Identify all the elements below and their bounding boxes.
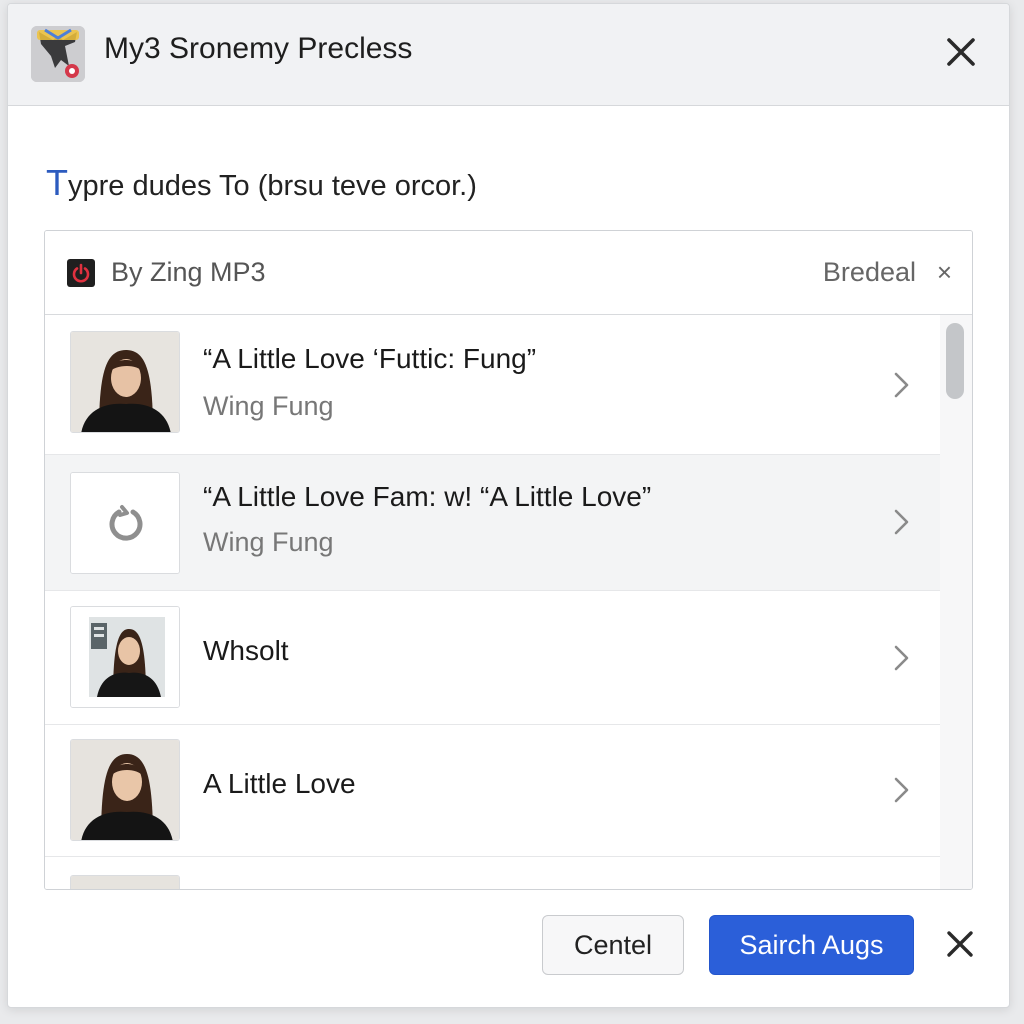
results-list: “A Little Love ‘Futtic: Fung” Wing Fung … xyxy=(45,315,942,889)
list-item[interactable]: “A Little Love ‘Futtic: Fung” Wing Fung xyxy=(45,315,942,455)
clear-icon[interactable]: × xyxy=(937,257,952,287)
header-action-link[interactable]: Bredeal xyxy=(823,257,916,288)
list-item-partial[interactable] xyxy=(45,857,942,889)
instruction-lead-letter: T xyxy=(46,162,68,203)
chevron-right-icon xyxy=(894,509,909,535)
item-title: Whsolt xyxy=(203,635,289,666)
scrollbar-thumb[interactable] xyxy=(946,323,964,399)
instruction-body: ypre dudes To (brsu teve orcor.) xyxy=(68,170,477,202)
power-icon xyxy=(67,259,95,287)
scrollbar[interactable] xyxy=(940,315,972,889)
portrait-thumbnail xyxy=(70,875,180,889)
list-item[interactable]: Whsolt xyxy=(45,591,942,725)
list-item[interactable]: A Little Love xyxy=(45,725,942,857)
list-item[interactable]: “A Little Love Fam: w! “A Little Love” W… xyxy=(45,455,942,591)
item-title: “A Little Love Fam: w! “A Little Love” xyxy=(203,481,652,512)
item-title: “A Little Love ‘Futtic: Fung” xyxy=(203,343,537,374)
instruction-text: Typre dudes To (brsu teve orcor.) xyxy=(46,162,477,204)
item-title: A Little Love xyxy=(203,768,356,799)
chevron-right-icon xyxy=(894,645,909,671)
item-subtitle: Wing Fung xyxy=(203,527,334,557)
source-label: By Zing MP3 xyxy=(111,257,266,287)
chevron-right-icon xyxy=(894,372,909,398)
portrait-thumbnail xyxy=(70,739,180,841)
portrait-thumbnail xyxy=(70,606,180,708)
window-title: My3 Sronemy Precless xyxy=(104,32,413,65)
results-panel: By Zing MP3 Bredeal × “A Little Love ‘Fu… xyxy=(44,230,973,890)
search-button[interactable]: Sairch Augs xyxy=(709,915,914,975)
loading-thumbnail xyxy=(70,472,180,574)
portrait-thumbnail xyxy=(70,331,180,433)
title-bar: My3 Sronemy Precless xyxy=(8,4,1009,106)
cancel-button[interactable]: Centel xyxy=(542,915,684,975)
app-logo-icon xyxy=(31,26,85,82)
close-icon[interactable] xyxy=(939,30,983,74)
close-icon[interactable] xyxy=(938,922,982,966)
dialog-window: My3 Sronemy Precless Typre dudes To (brs… xyxy=(7,3,1010,1008)
loading-icon xyxy=(71,473,179,573)
results-header: By Zing MP3 Bredeal × xyxy=(45,231,972,315)
item-subtitle: Wing Fung xyxy=(203,391,334,421)
chevron-right-icon xyxy=(894,777,909,803)
